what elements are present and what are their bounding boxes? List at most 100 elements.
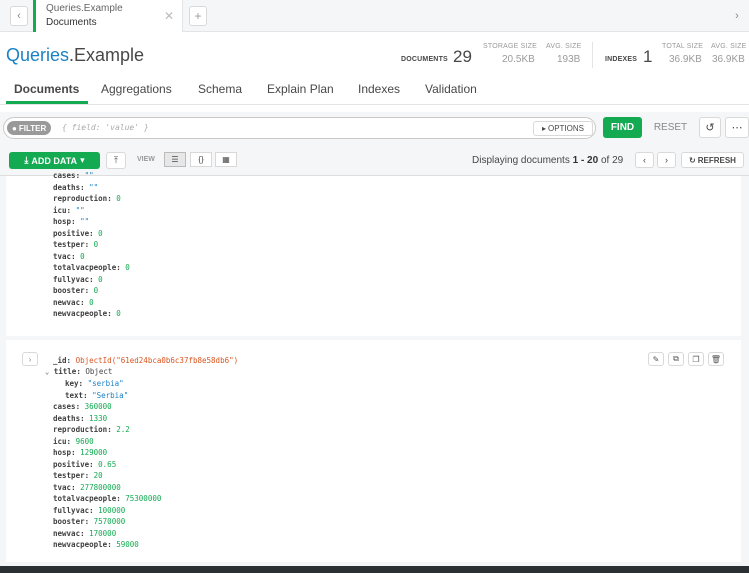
forward-arrow-icon[interactable]: › [728, 6, 746, 26]
document-field: newvac: 170000 [53, 528, 117, 538]
field-value: 0 [116, 194, 121, 203]
copy-icon[interactable]: ⧉ [668, 352, 684, 366]
table-view-icon[interactable]: ▦ [215, 152, 237, 167]
prev-page-icon[interactable]: ‹ [635, 152, 654, 168]
document-field: cases: 360000 [53, 402, 112, 411]
new-tab-icon[interactable]: + [189, 6, 207, 26]
document-field: hosp: "" [53, 217, 90, 226]
field-value: 277800000 [80, 482, 121, 492]
expand-document-icon[interactable]: › [22, 352, 38, 366]
document-field: text: "Serbia" [65, 390, 129, 400]
stats-divider [592, 42, 593, 68]
field-key: title [53, 367, 77, 376]
field-value: ObjectId("61ed24bca0b6c37fb8e58db6") [75, 356, 239, 365]
field-value: "serbia" [87, 379, 124, 388]
pager-suffix: of 29 [598, 155, 624, 166]
storage-size-value: 20.5KB [502, 54, 535, 65]
history-icon[interactable]: ↺ [699, 117, 721, 138]
field-key: tvac [53, 251, 72, 261]
view-label: VIEW [137, 156, 155, 163]
add-data-label: ADD DATA [31, 155, 78, 166]
tab-queries-example[interactable]: Queries.Example Documents ✕ [33, 0, 183, 32]
field-key: positive [53, 228, 90, 238]
back-arrow-icon[interactable]: ‹ [10, 6, 28, 26]
storage-size-label: STORAGE SIZE [483, 43, 538, 50]
field-value: "" [80, 217, 90, 226]
document-field[interactable]: ⌄ title: Object [45, 366, 112, 378]
edit-icon[interactable]: ✎ [648, 352, 664, 366]
delete-icon[interactable]: 🗑 [708, 352, 724, 366]
tab-aggregations[interactable]: Aggregations [101, 82, 172, 96]
caret-down-icon: ▾ [80, 155, 85, 165]
close-icon[interactable]: ✕ [164, 9, 174, 23]
filter-input[interactable]: ● FILTER { field: 'value' } ▸ OPTIONS [3, 117, 596, 139]
field-value: 0 [80, 251, 85, 261]
document-field: positive: 0 [53, 228, 103, 238]
document-field: newvac: 0 [53, 297, 94, 307]
field-value: 0 [116, 309, 121, 318]
document-field: cases: "" [53, 171, 94, 180]
field-key: tvac [53, 482, 72, 492]
field-key: icu [53, 436, 67, 446]
tab-explain-plan[interactable]: Explain Plan [267, 82, 334, 96]
document-field: positive: 0.65 [53, 459, 117, 469]
document-field: testper: 0 [53, 240, 99, 249]
filter-placeholder: { field: 'value' } [62, 123, 149, 132]
refresh-button[interactable]: ↻ REFRESH [681, 152, 744, 168]
status-bar [0, 566, 749, 573]
field-key: cases [53, 402, 76, 411]
field-key: deaths [53, 182, 81, 192]
avg-index-size-value: 36.9KB [712, 54, 745, 65]
options-button[interactable]: ▸ OPTIONS [533, 121, 593, 136]
field-key: reproduction [53, 194, 108, 203]
export-icon[interactable]: ⤒ [106, 152, 126, 169]
field-key: hosp [53, 448, 72, 457]
json-view-icon[interactable]: {} [190, 152, 212, 167]
total-size-value: 36.9KB [669, 54, 702, 65]
pager-range: 1 - 20 [572, 155, 599, 166]
document-field: deaths: 1330 [53, 413, 108, 423]
namespace-title: Queries.Example [6, 45, 144, 66]
field-key: testper [53, 471, 85, 480]
field-key: text [65, 390, 84, 400]
add-data-button[interactable]: ⤓ ADD DATA ▾ [9, 152, 100, 169]
tab-title: Queries.Example [46, 3, 123, 14]
find-button[interactable]: FIND [603, 117, 642, 138]
collection-name: .Example [69, 45, 145, 65]
field-key: newvac [53, 297, 81, 307]
documents-count: 29 [453, 47, 472, 66]
document-field: deaths: "" [53, 182, 99, 192]
more-options-icon[interactable]: ⋯ [725, 117, 749, 138]
next-page-icon[interactable]: › [657, 152, 676, 168]
field-key: newvacpeople [53, 309, 108, 318]
document-field: booster: 0 [53, 286, 99, 295]
field-key: fullyvac [53, 505, 90, 515]
document-field: icu: "" [53, 205, 85, 215]
field-value: 0 [98, 228, 103, 238]
refresh-icon: ↻ [689, 155, 696, 165]
list-view-icon[interactable]: ☰ [164, 152, 186, 167]
refresh-label: REFRESH [697, 155, 736, 165]
field-value: 7570000 [93, 517, 126, 526]
tab-subtitle: Documents [46, 17, 97, 28]
document-field: tvac: 0 [53, 251, 85, 261]
database-name[interactable]: Queries [6, 45, 69, 65]
field-value: 0 [93, 240, 99, 249]
document-field: fullyvac: 0 [53, 274, 103, 284]
document-field: newvacpeople: 0 [53, 309, 121, 318]
field-value: 129000 [80, 448, 108, 457]
tab-schema[interactable]: Schema [198, 82, 242, 96]
field-key: hosp [53, 217, 72, 226]
tab-documents[interactable]: Documents [14, 82, 79, 96]
tab-validation[interactable]: Validation [425, 82, 477, 96]
field-key: booster [53, 517, 85, 526]
document-field: totalvacpeople: 75300000 [53, 494, 162, 503]
caret-down-icon[interactable]: ⌄ [45, 368, 49, 376]
tab-indexes[interactable]: Indexes [358, 82, 400, 96]
caret-right-icon: ▸ [541, 124, 546, 133]
document-field: newvacpeople: 59000 [53, 540, 139, 549]
clone-icon[interactable]: ❐ [688, 352, 704, 366]
download-icon: ⤓ [24, 155, 29, 165]
field-key: booster [53, 286, 85, 295]
reset-button[interactable]: RESET [648, 117, 693, 138]
